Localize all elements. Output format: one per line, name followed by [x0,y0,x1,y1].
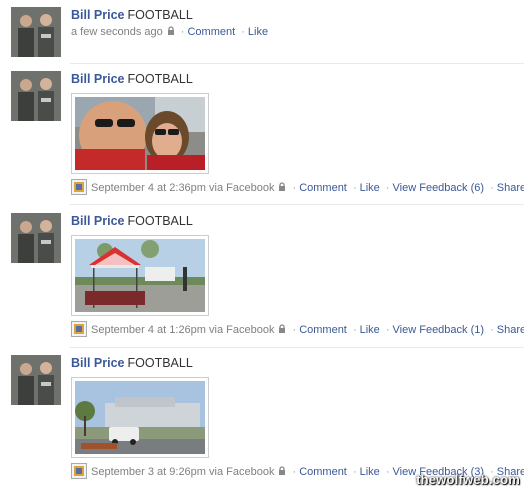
post-header: Bill Price FOOTBALL [71,355,193,371]
post-divider [70,204,524,205]
post-header: Bill Price FOOTBALL [71,213,193,229]
separator: · [490,182,494,194]
like-link[interactable]: Like [248,26,268,38]
lock-icon [167,25,175,41]
like-link[interactable]: Like [360,466,380,478]
separator: · [292,182,297,194]
like-link[interactable]: Like [360,324,380,336]
separator: · [180,26,185,38]
post-meta: a few seconds ago · Comment · Like [71,24,268,41]
post-timestamp[interactable]: September 4 at 2:36pm via Facebook [91,182,274,194]
separator: · [292,466,297,478]
share-link[interactable]: Share [497,324,524,336]
post-divider [70,347,524,348]
post-message: FOOTBALL [127,72,193,86]
post-meta: September 4 at 1:26pm via Facebook · Comm… [71,321,524,342]
lock-icon [278,323,286,339]
separator: · [352,324,357,336]
facebook-app-icon [71,463,87,484]
post-message: FOOTBALL [127,8,193,22]
separator: · [352,466,357,478]
post-header: Bill Price FOOTBALL [71,71,193,87]
post-timestamp[interactable]: a few seconds ago [71,26,163,38]
post-timestamp[interactable]: September 3 at 9:26pm via Facebook [91,466,274,478]
post-message: FOOTBALL [127,214,193,228]
separator: · [385,182,390,194]
comment-link[interactable]: Comment [299,466,347,478]
watermark: thewolfweb.com [416,472,520,487]
photo-thumbnail[interactable] [71,377,209,458]
post-message: FOOTBALL [127,356,193,370]
view-feedback-link[interactable]: View Feedback (6) [393,182,485,194]
share-link[interactable]: Share [497,182,524,194]
post-divider [70,63,524,64]
post-timestamp[interactable]: September 4 at 1:26pm via Facebook [91,324,274,336]
like-link[interactable]: Like [360,182,380,194]
separator: · [241,26,245,38]
lock-icon [278,181,286,197]
author-name-link[interactable]: Bill Price [71,214,125,228]
author-name-link[interactable]: Bill Price [71,8,125,22]
author-name-link[interactable]: Bill Price [71,72,125,86]
comment-link[interactable]: Comment [299,324,347,336]
separator: · [292,324,297,336]
photo-thumbnail[interactable] [71,235,209,316]
lock-icon [278,465,286,481]
avatar[interactable] [11,7,61,57]
post-header: Bill Price FOOTBALL [71,7,193,23]
comment-link[interactable]: Comment [187,26,235,38]
separator: · [490,324,494,336]
facebook-app-icon [71,321,87,342]
photo-thumbnail[interactable] [71,93,209,174]
avatar[interactable] [11,213,61,263]
separator: · [385,466,390,478]
view-feedback-link[interactable]: View Feedback (1) [393,324,485,336]
comment-link[interactable]: Comment [299,182,347,194]
avatar[interactable] [11,71,61,121]
avatar[interactable] [11,355,61,405]
separator: · [352,182,357,194]
facebook-app-icon [71,179,87,200]
separator: · [385,324,390,336]
author-name-link[interactable]: Bill Price [71,356,125,370]
post-meta: September 4 at 2:36pm via Facebook · Comm… [71,179,524,200]
